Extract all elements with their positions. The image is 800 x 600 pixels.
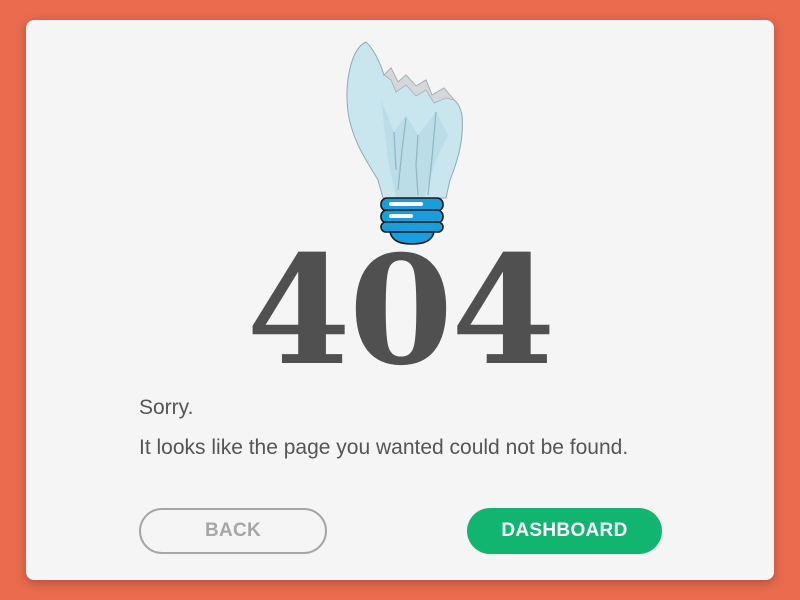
error-card: 404 Sorry. It looks like the page you wa… [26, 20, 774, 580]
dashboard-button[interactable]: DASHBOARD [467, 508, 662, 554]
broken-lightbulb-icon [346, 41, 463, 245]
sorry-text: Sorry. [139, 396, 194, 419]
not-found-message: It looks like the page you wanted could … [139, 436, 629, 459]
back-button[interactable]: BACK [139, 508, 327, 554]
error-code: 404 [246, 223, 555, 399]
